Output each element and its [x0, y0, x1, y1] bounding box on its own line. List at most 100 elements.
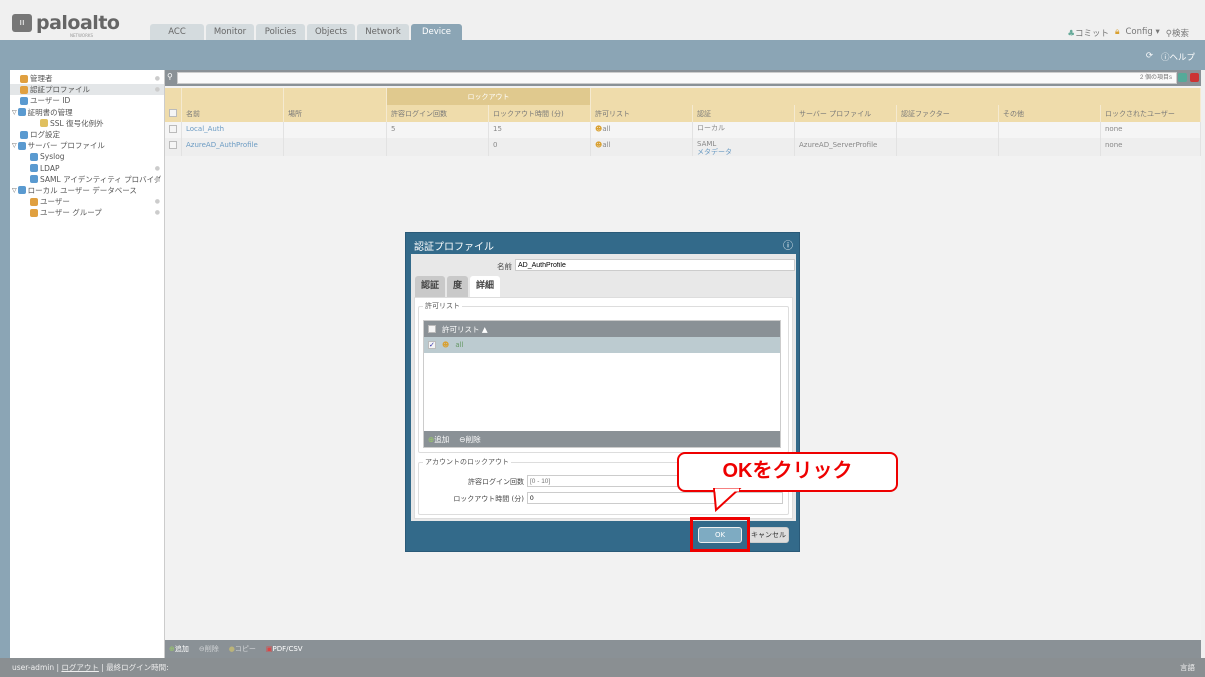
clear-filter-icon[interactable] [1190, 73, 1199, 82]
sidebar-item-icon [30, 164, 38, 173]
add-button[interactable]: ⊕追加 [169, 644, 189, 654]
sidebar-item[interactable]: LDAP ● [10, 163, 164, 174]
col-header[interactable]: 認証ファクター [896, 105, 999, 122]
help-button[interactable]: ⓘヘルプ [1161, 51, 1195, 63]
expand-triangle-icon[interactable]: ▽ [12, 187, 17, 194]
dialog-title: 認証プロファイル [414, 242, 494, 253]
row-checkbox[interactable] [169, 141, 177, 149]
col-header[interactable]: ロックアウト時間 (分) [488, 105, 591, 122]
profile-name-link[interactable]: Local_Auth [186, 125, 224, 133]
name-label: 名前 [497, 262, 512, 271]
cancel-button[interactable]: キャンセル [748, 527, 789, 543]
col-header[interactable]: その他 [998, 105, 1101, 122]
commit-button[interactable]: ♣コミット [1067, 27, 1109, 39]
config-dropdown[interactable]: Config ▾ [1126, 27, 1160, 39]
copy-button[interactable]: ●コピー [229, 644, 256, 654]
allow-list-column-header[interactable]: 許可リスト ▲ [442, 324, 488, 335]
tab-network[interactable]: Network [357, 24, 409, 40]
tab-monitor[interactable]: Monitor [206, 24, 254, 40]
table-row[interactable]: AzureAD_AuthProfile 0 ☻all SAML メタデータ AzureAD… [165, 138, 1201, 156]
name-input[interactable] [515, 259, 795, 271]
sidebar-item-icon [20, 74, 28, 83]
sidebar-item[interactable]: ログ設定 [10, 129, 164, 140]
expand-triangle-icon[interactable]: ▽ [12, 142, 17, 149]
sidebar-item[interactable]: SAML アイデンティティ プロバイダ ● [10, 174, 164, 185]
col-header[interactable]: 認証 [692, 105, 795, 122]
sidebar-item[interactable]: ▽ 証明書の管理 [10, 107, 164, 118]
sidebar-item-icon [30, 208, 38, 217]
dialog-tab-factor[interactable]: 度 [447, 276, 469, 297]
filter-input[interactable] [177, 72, 1177, 84]
sidebar-item[interactable]: SSL 復号化例外 [10, 118, 164, 129]
tab-acc[interactable]: ACC [150, 24, 204, 40]
refresh-icon[interactable]: ⟳ [1146, 51, 1153, 63]
sidebar-item[interactable]: ユーザー グループ ● [10, 207, 164, 218]
expand-triangle-icon[interactable]: ▽ [12, 109, 17, 116]
language-link[interactable]: 言語 [1180, 662, 1195, 673]
locked-users-cell: none [1100, 138, 1201, 156]
sidebar-item-label: ユーザー グループ [40, 208, 102, 218]
profile-name-link[interactable]: AzureAD_AuthProfile [186, 141, 258, 149]
sidebar-item-label: 証明書の管理 [27, 107, 73, 117]
left-edge [0, 70, 10, 658]
col-header[interactable]: 許容ログイン回数 [386, 105, 489, 122]
user-group-icon: ☻ [442, 341, 450, 349]
paloalto-logo: ıı paloalto NETWORKS [12, 12, 120, 38]
table-row[interactable]: Local_Auth 5 15 ☻all ローカル none [165, 122, 1201, 138]
sidebar-item-label: LDAP [40, 163, 60, 173]
sidebar-item-icon [40, 119, 48, 128]
callout-text: OKをクリック [722, 460, 853, 482]
pdf-csv-button[interactable]: ▣PDF/CSV [266, 645, 303, 653]
sidebar-item[interactable]: ▽ サーバー プロファイル [10, 140, 164, 151]
allow-list-row[interactable]: ✓ ☻ all [424, 337, 780, 353]
sidebar-item-label: ローカル ユーザー データベース [27, 185, 137, 195]
dialog-tab-advanced[interactable]: 詳細 [470, 276, 501, 297]
col-header[interactable]: 名前 [181, 105, 284, 122]
tab-objects[interactable]: Objects [307, 24, 355, 40]
col-header[interactable]: 許可リスト [590, 105, 693, 122]
row-checkbox[interactable] [169, 125, 177, 133]
col-header[interactable]: サーバー プロファイル [794, 105, 897, 122]
delete-allow-button[interactable]: ⊖削除 [459, 434, 480, 445]
sidebar-item[interactable]: ▽ ローカル ユーザー データベース [10, 185, 164, 196]
col-header[interactable]: ロックされたユーザー [1100, 105, 1201, 122]
sidebar-item-label: ユーザー [40, 197, 70, 207]
allow-item: all [455, 341, 464, 349]
apply-filter-icon[interactable] [1178, 73, 1187, 82]
add-allow-button[interactable]: ⊕追加 [428, 434, 449, 445]
col-header[interactable]: 場所 [283, 105, 387, 122]
select-all-checkbox[interactable] [428, 325, 436, 333]
instruction-callout: OKをクリック [677, 452, 898, 492]
footer: user-admin | ログアウト | 最終ログイン時間: 言語 [0, 658, 1205, 677]
allow-list-group: 許可リスト 許可リスト ▲ ✓ ☻ all ⊕追加 ⊖削除 [418, 301, 789, 453]
sidebar-item-icon [20, 130, 28, 139]
dialog-tab-auth[interactable]: 認証 [415, 276, 446, 297]
sidebar-item[interactable]: 管理者 ● [10, 73, 164, 84]
sidebar-item[interactable]: 認証プロファイル ● [10, 84, 164, 96]
logout-link[interactable]: ログアウト [61, 662, 99, 673]
tab-policies[interactable]: Policies [256, 24, 305, 40]
tab-device[interactable]: Device [411, 24, 462, 40]
lockout-cell: 15 [488, 122, 591, 138]
sidebar-item[interactable]: ユーザー ● [10, 196, 164, 207]
lock-icon[interactable]: 🔒︎ [1115, 27, 1120, 39]
sidebar-item[interactable]: ユーザー ID [10, 95, 164, 106]
sidebar-item-icon [30, 175, 38, 184]
lockout-cell: 0 [488, 138, 591, 156]
allow-list-legend: 許可リスト [425, 302, 460, 310]
help-icon[interactable]: ⓘ [783, 237, 793, 252]
delete-button[interactable]: ⊖削除 [199, 644, 219, 654]
select-all-checkbox[interactable] [169, 108, 177, 117]
sidebar-item-label: Syslog [40, 152, 65, 162]
sidebar-item-icon [30, 152, 38, 161]
sidebar-item[interactable]: Syslog [10, 151, 164, 162]
metadata-link[interactable]: メタデータ [697, 148, 790, 156]
ok-highlight-box [690, 517, 750, 552]
server-profile-cell: AzureAD_ServerProfile [794, 138, 897, 156]
row-checkbox[interactable]: ✓ [428, 341, 436, 349]
sidebar-item-icon [30, 197, 38, 206]
search-button[interactable]: ⚲検索 [1166, 27, 1189, 39]
status-dot-icon: ● [154, 164, 160, 172]
factor-cell [896, 122, 999, 138]
search-icon: ⚲ [167, 72, 173, 81]
